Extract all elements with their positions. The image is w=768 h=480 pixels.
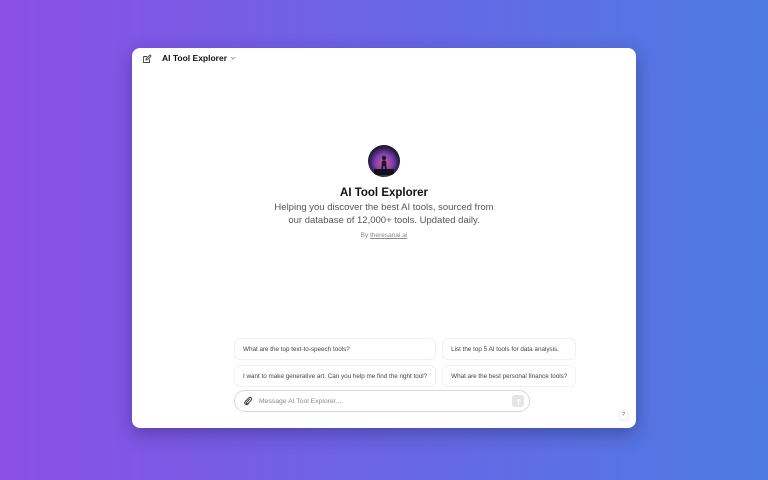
message-composer <box>234 390 530 412</box>
conversation-starters: What are the top text-to-speech tools? L… <box>234 338 577 387</box>
starter-label: What are the best personal finance tools… <box>451 372 568 380</box>
help-button[interactable]: ? <box>618 410 629 421</box>
starter-label: List the top 5 AI tools for data analysi… <box>451 345 559 353</box>
top-bar: AI Tool Explorer <box>132 48 636 70</box>
silhouette-icon <box>374 155 394 175</box>
chevron-down-icon <box>230 56 236 60</box>
send-button[interactable] <box>512 395 524 407</box>
starter-button[interactable]: List the top 5 AI tools for data analysi… <box>442 338 577 360</box>
gpt-description: Helping you discover the best AI tools, … <box>274 202 494 226</box>
arrow-up-icon <box>515 398 521 404</box>
starter-button[interactable]: I want to make generative art. Can you h… <box>234 365 437 387</box>
starter-button[interactable]: What are the best personal finance tools… <box>442 365 577 387</box>
starter-label: What are the top text-to-speech tools? <box>243 345 350 353</box>
model-name: AI Tool Explorer <box>162 53 228 63</box>
message-input[interactable] <box>259 394 512 408</box>
gpt-author-line: By theresanai.ai <box>132 232 636 239</box>
paperclip-icon[interactable] <box>243 396 253 406</box>
starter-button[interactable]: What are the top text-to-speech tools? <box>234 338 437 360</box>
gpt-avatar <box>368 145 400 177</box>
gpt-title: AI Tool Explorer <box>340 187 428 199</box>
gpt-intro: AI Tool Explorer Helping you discover th… <box>132 145 636 239</box>
author-prefix: By <box>360 232 369 239</box>
author-link[interactable]: theresanai.ai <box>370 232 407 239</box>
chat-window: AI Tool Explorer AI Tool Explorer Helpin… <box>132 48 636 428</box>
edit-icon[interactable] <box>142 54 152 64</box>
model-selector[interactable]: AI Tool Explorer <box>162 53 236 63</box>
starter-label: I want to make generative art. Can you h… <box>243 372 428 380</box>
